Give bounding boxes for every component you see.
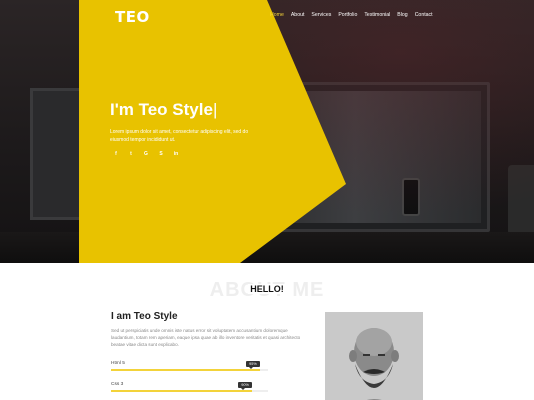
- facebook-icon[interactable]: f: [113, 151, 119, 157]
- skill-html: Html 5 95%: [111, 361, 268, 371]
- about-section: ABOUT ME HELLO! I am Teo Style Sed ut pe…: [0, 263, 534, 400]
- nav-testimonial[interactable]: Testimonial: [364, 12, 390, 18]
- skype-icon[interactable]: S: [158, 151, 164, 157]
- main-nav: Home About Services Portfolio Testimonia…: [270, 12, 433, 18]
- nav-about[interactable]: About: [291, 12, 305, 18]
- hero-greeting: I'm: [110, 100, 139, 119]
- social-links: f t G S in: [113, 151, 179, 157]
- site-logo[interactable]: TEO: [115, 8, 150, 26]
- profile-photo: [325, 312, 423, 400]
- hello-text: HELLO!: [248, 284, 286, 294]
- nav-portfolio[interactable]: Portfolio: [338, 12, 357, 18]
- portrait-illustration: [325, 312, 423, 400]
- skill-percent-badge: 95%: [246, 361, 260, 369]
- nav-home[interactable]: Home: [270, 12, 284, 18]
- linkedin-icon[interactable]: in: [173, 151, 179, 157]
- google-icon[interactable]: G: [143, 151, 149, 157]
- skill-fill: [111, 369, 261, 371]
- about-hello-heading: HELLO!: [0, 284, 534, 294]
- skill-css: Css 3 90%: [111, 382, 268, 392]
- typing-cursor: |: [212, 100, 218, 119]
- yellow-triangle-shape: [79, 0, 346, 263]
- about-name: I am Teo Style: [111, 311, 178, 322]
- nav-contact[interactable]: Contact: [415, 12, 433, 18]
- twitter-icon[interactable]: t: [128, 151, 134, 157]
- skill-percent-badge: 90%: [238, 382, 252, 390]
- about-text: Sed ut perspiciatis unde omnis iste natu…: [111, 328, 301, 347]
- hero-title: I'm Teo Style|: [110, 100, 217, 120]
- nav-blog[interactable]: Blog: [397, 12, 407, 18]
- nav-services[interactable]: Services: [311, 12, 331, 18]
- skill-fill: [111, 390, 253, 392]
- hero-name: Teo Style: [138, 100, 213, 119]
- skill-label: Html 5: [111, 361, 125, 366]
- skill-track: 95%: [111, 361, 268, 371]
- skill-track: 90%: [111, 382, 268, 392]
- hero-description: Lorem ipsum dolor sit amet, consectetur …: [110, 129, 249, 143]
- hero-section: TEO Home About Services Portfolio Testim…: [0, 0, 534, 263]
